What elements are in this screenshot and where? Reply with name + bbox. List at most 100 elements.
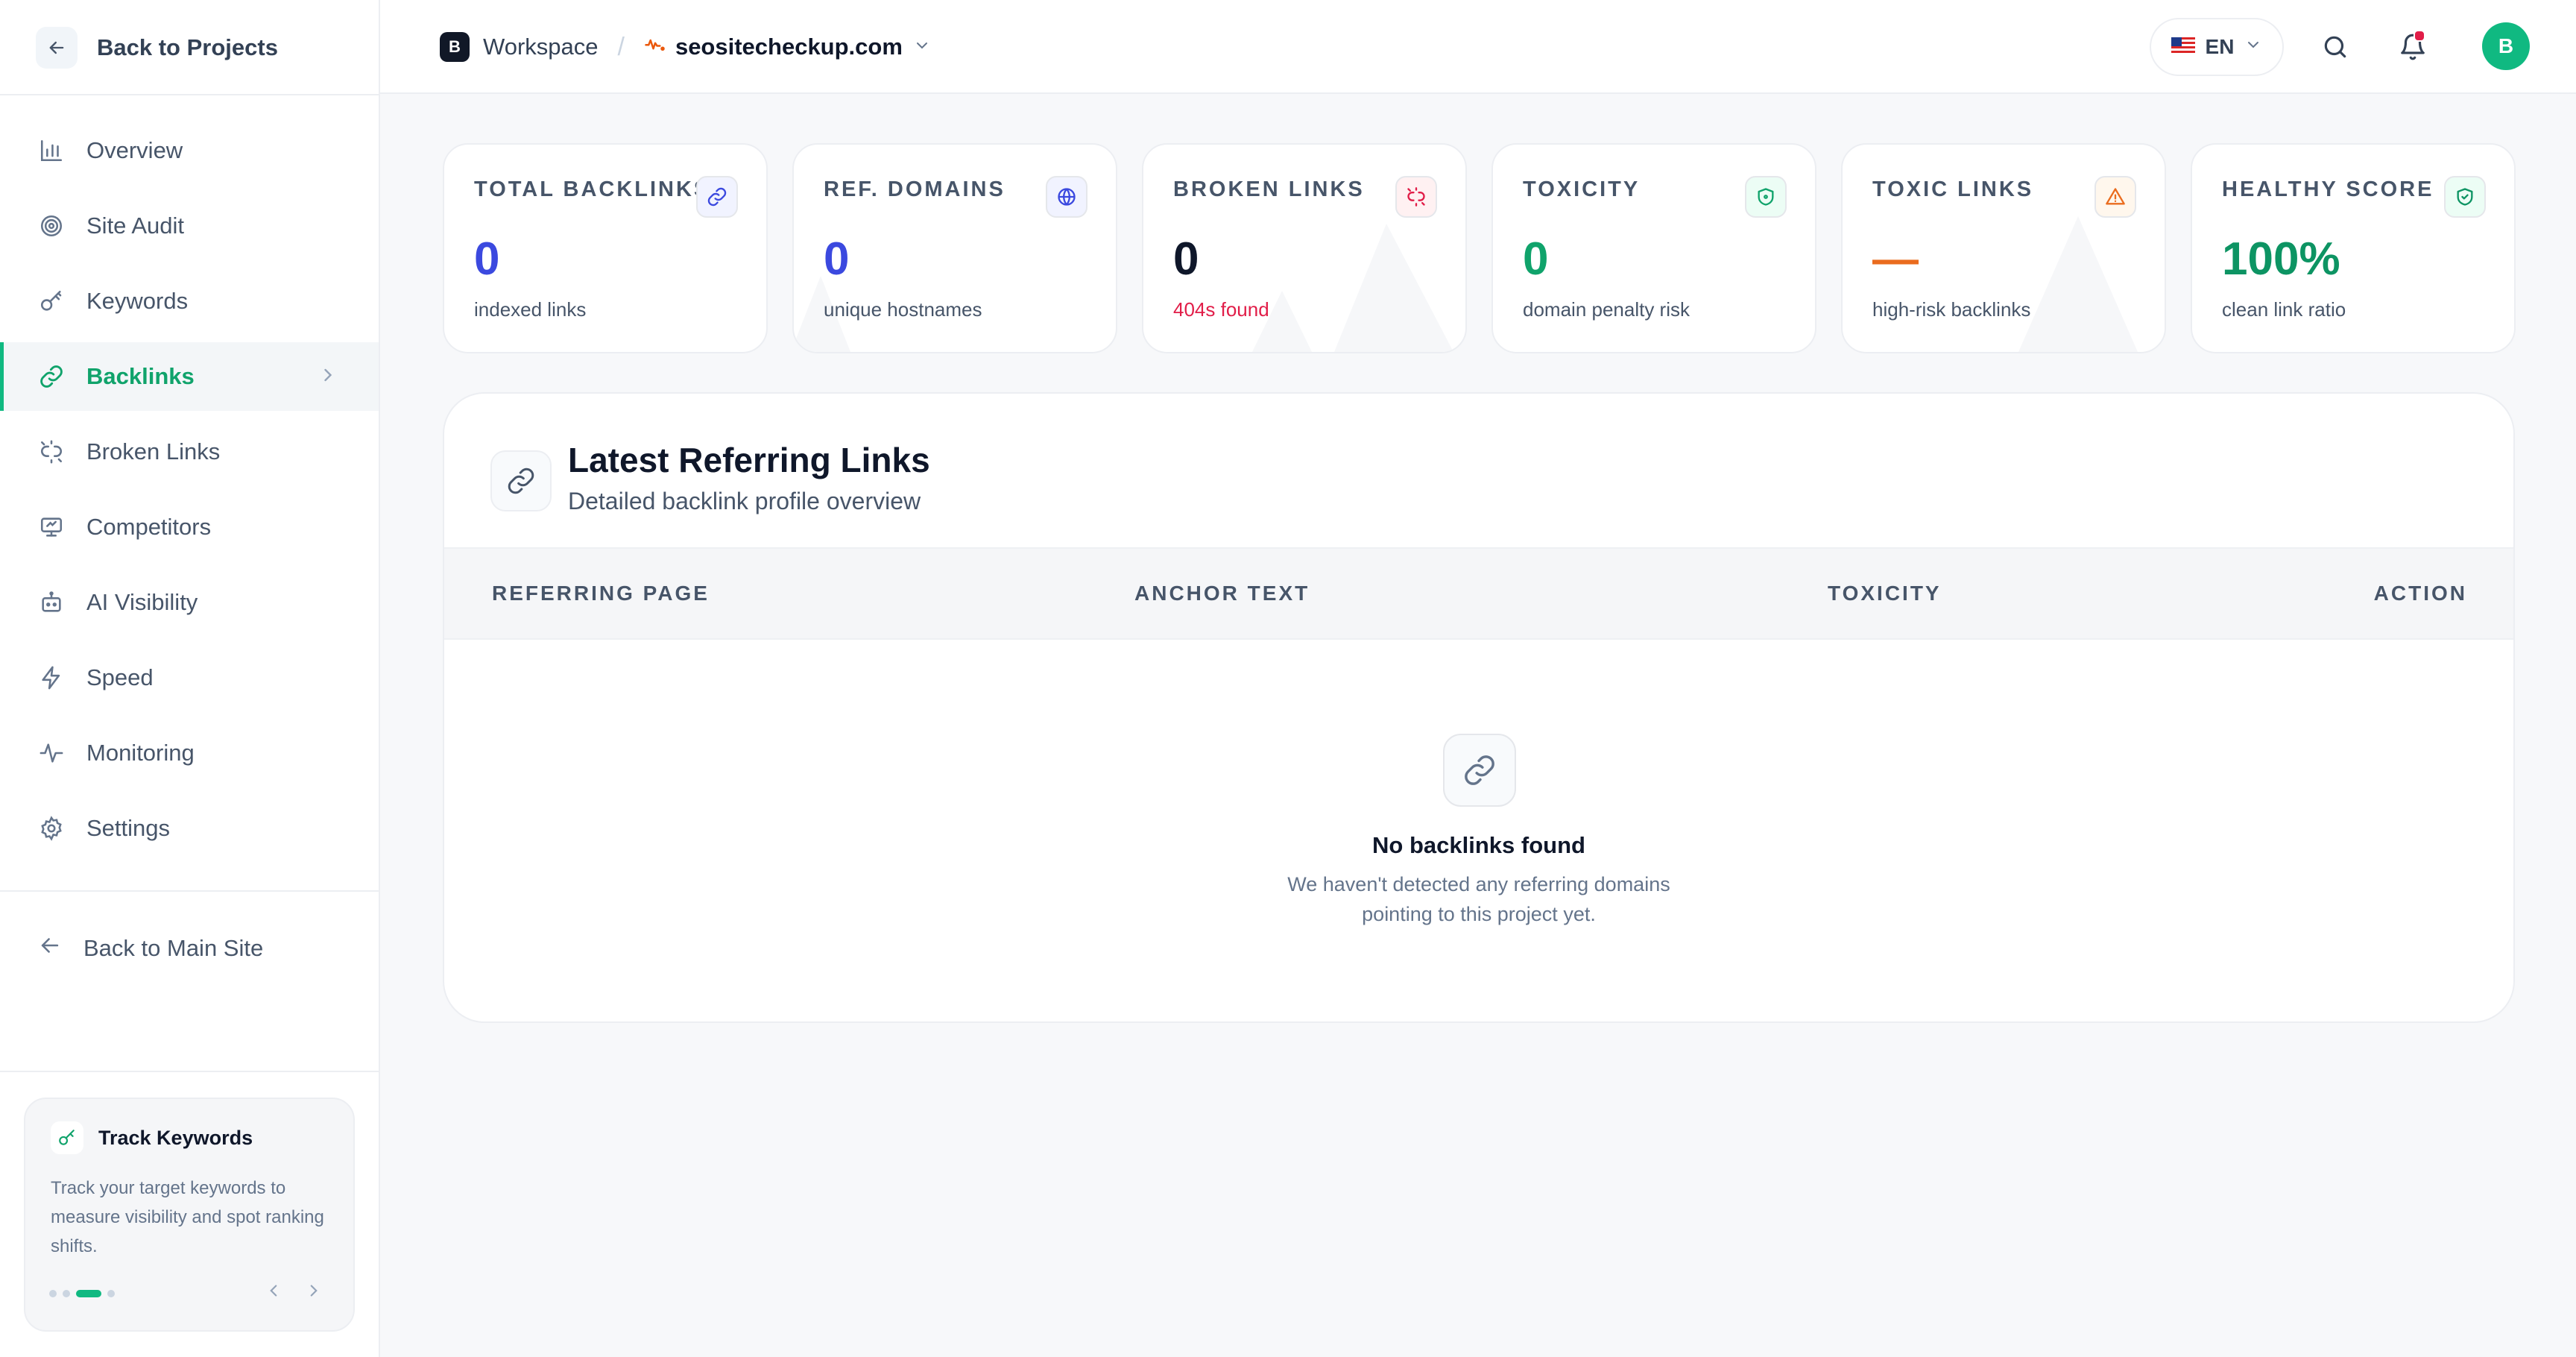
back-to-main-site-label: Back to Main Site: [83, 935, 264, 961]
arrow-left-icon: [37, 933, 63, 964]
sidebar-item-label: Keywords: [86, 288, 189, 314]
sidebar-item-overview[interactable]: Overview: [0, 116, 379, 185]
sidebar-item-site-audit[interactable]: Site Audit: [0, 192, 379, 260]
carousel-dots: [49, 1290, 115, 1297]
back-to-projects-link[interactable]: Back to Projects: [36, 25, 278, 70]
stat-subtitle: domain penalty risk: [1523, 298, 1690, 321]
activity-icon: [37, 739, 66, 767]
stat-subtitle: clean link ratio: [2222, 298, 2346, 321]
us-flag-icon: [2171, 35, 2195, 59]
divider: [0, 1071, 379, 1072]
sidebar-item-keywords[interactable]: Keywords: [0, 267, 379, 336]
stat-value: —: [1872, 233, 1919, 285]
empty-state-title: No backlinks found: [1372, 832, 1585, 858]
stat-value: 0: [1523, 233, 1549, 285]
stat-value: 0: [824, 233, 850, 285]
avatar[interactable]: B: [2482, 22, 2530, 70]
column-header-anchor-text[interactable]: ANCHOR TEXT: [1134, 582, 1310, 605]
top-bar: B Workspace / seositecheckup.com EN B: [380, 0, 2576, 94]
key-icon: [37, 287, 66, 315]
back-to-projects-label: Back to Projects: [97, 34, 278, 60]
divider: [0, 890, 379, 892]
divider: [0, 94, 379, 95]
target-icon: [37, 212, 66, 240]
chevron-right-icon: [318, 365, 338, 391]
arrow-left-icon: [36, 27, 78, 69]
back-to-main-site-link[interactable]: Back to Main Site: [37, 919, 263, 978]
stat-card-broken-links: BROKEN LINKS 0 404s found: [1142, 143, 1467, 353]
bar-chart-icon: [37, 136, 66, 165]
stat-card-healthy-score: HEALTHY SCORE 100% clean link ratio: [2191, 143, 2516, 353]
stat-value: 100%: [2222, 233, 2340, 285]
link-icon: [37, 362, 66, 391]
sidebar-item-broken-links[interactable]: Broken Links: [0, 418, 379, 486]
gear-icon: [37, 814, 66, 843]
lightning-icon: [37, 664, 66, 692]
sidebar: Back to Projects Overview Site Audit Key…: [0, 0, 380, 1357]
stat-label: REF. DOMAINS: [824, 177, 1006, 201]
workspace-link[interactable]: Workspace: [483, 34, 599, 60]
stat-value: 0: [474, 233, 500, 285]
stat-subtitle: 404s found: [1173, 298, 1269, 321]
carousel-controls: [264, 1281, 323, 1304]
stat-label: BROKEN LINKS: [1173, 177, 1365, 201]
promo-header: Track Keywords: [51, 1121, 253, 1154]
shield-check-icon: [2444, 176, 2486, 218]
chevron-down-icon: [2244, 35, 2262, 59]
stat-label: TOXIC LINKS: [1872, 177, 2034, 201]
notification-dot: [2414, 30, 2425, 42]
sidebar-item-label: Settings: [86, 815, 171, 841]
site-selector[interactable]: seositecheckup.com: [675, 34, 903, 60]
sidebar-item-backlinks[interactable]: Backlinks: [0, 342, 379, 411]
link-icon: [1443, 734, 1516, 807]
stat-subtitle: unique hostnames: [824, 298, 982, 321]
referring-links-panel: Latest Referring Links Detailed backlink…: [443, 392, 2515, 1023]
shield-icon: [1745, 176, 1787, 218]
monitor-icon: [37, 513, 66, 541]
workspace-badge: B: [440, 32, 470, 62]
language-label: EN: [2205, 35, 2235, 58]
chevron-right-icon[interactable]: [304, 1281, 323, 1304]
stat-label: TOTAL BACKLINKS: [474, 177, 711, 201]
column-header-action: ACTION: [2373, 582, 2467, 605]
sidebar-item-label: Monitoring: [86, 740, 195, 766]
column-header-referring-page[interactable]: REFERRING PAGE: [492, 582, 710, 605]
stat-card-toxicity: TOXICITY 0 domain penalty risk: [1491, 143, 1816, 353]
column-header-toxicity[interactable]: TOXICITY: [1828, 582, 1942, 605]
broken-link-icon: [1395, 176, 1437, 218]
bell-icon[interactable]: [2394, 28, 2431, 66]
link-icon: [696, 176, 738, 218]
robot-icon: [37, 588, 66, 617]
sidebar-item-label: Speed: [86, 664, 154, 690]
stat-label: HEALTHY SCORE: [2222, 177, 2434, 201]
panel-title: Latest Referring Links: [568, 441, 930, 479]
carousel-dot[interactable]: [49, 1290, 57, 1297]
sidebar-item-ai-visibility[interactable]: AI Visibility: [0, 568, 379, 637]
table-header: REFERRING PAGE ANCHOR TEXT TOXICITY ACTI…: [444, 547, 2513, 640]
carousel-dot[interactable]: [63, 1290, 70, 1297]
breadcrumb-separator: /: [617, 32, 625, 61]
breadcrumb: B Workspace / seositecheckup.com: [440, 28, 931, 66]
sidebar-item-monitoring[interactable]: Monitoring: [0, 719, 379, 787]
sidebar-item-label: Site Audit: [86, 212, 184, 239]
chevron-down-icon[interactable]: [913, 34, 931, 60]
stat-value: 0: [1173, 233, 1199, 285]
language-selector[interactable]: EN: [2150, 18, 2284, 76]
sidebar-nav: Overview Site Audit Keywords Backlinks B…: [0, 116, 379, 869]
sidebar-item-label: Competitors: [86, 514, 212, 540]
stat-card-total-backlinks: TOTAL BACKLINKS 0 indexed links: [443, 143, 768, 353]
key-icon: [51, 1121, 83, 1154]
broken-link-icon: [37, 438, 66, 466]
sidebar-item-settings[interactable]: Settings: [0, 794, 379, 863]
sidebar-item-competitors[interactable]: Competitors: [0, 493, 379, 561]
sidebar-item-label: Backlinks: [86, 363, 195, 389]
carousel-dot-active[interactable]: [76, 1290, 101, 1297]
chevron-left-icon[interactable]: [264, 1281, 283, 1304]
stat-label: TOXICITY: [1523, 177, 1641, 201]
search-icon[interactable]: [2317, 28, 2354, 66]
carousel-dot[interactable]: [107, 1290, 115, 1297]
sidebar-item-speed[interactable]: Speed: [0, 643, 379, 712]
site-favicon-icon: [644, 33, 666, 61]
sidebar-item-label: Overview: [86, 137, 183, 163]
stat-subtitle: indexed links: [474, 298, 587, 321]
